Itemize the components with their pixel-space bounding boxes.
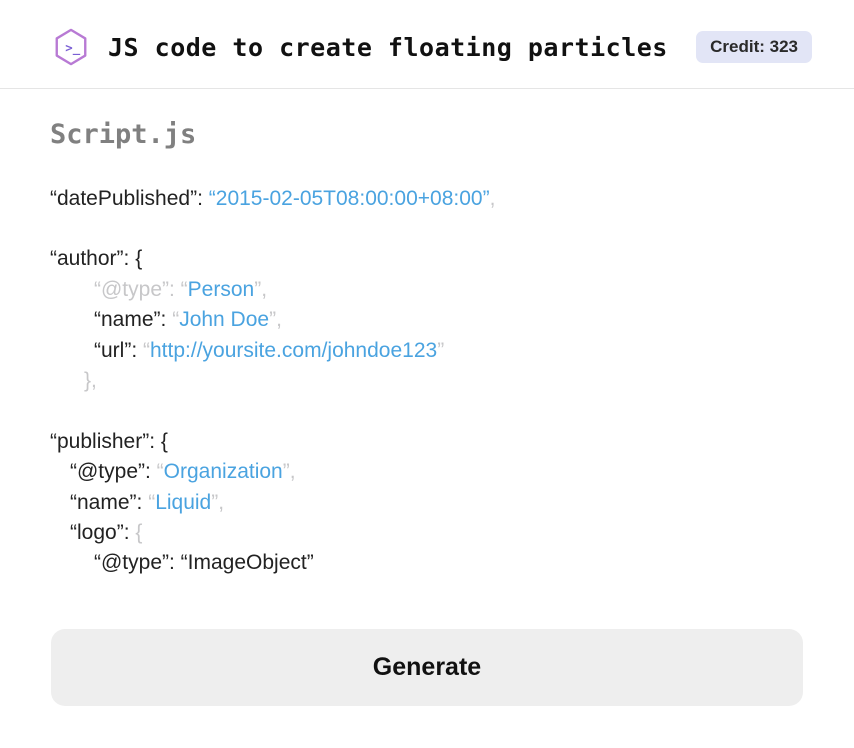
code-punct: { xyxy=(135,521,142,544)
code-line: “@type”: “Person”, xyxy=(50,275,804,305)
code-line: “author”: { xyxy=(50,244,804,274)
code-key: “name”: xyxy=(70,491,148,514)
code-line: “url”: “http://yoursite.com/johndoe123” xyxy=(50,336,804,366)
code-key: “name”: xyxy=(94,308,172,331)
code-value: “2015-02-05T08:00:00+08:00” xyxy=(209,187,490,210)
code-key: “publisher”: { xyxy=(50,430,168,453)
code-value: John Doe xyxy=(179,308,269,331)
code-value: Liquid xyxy=(155,491,211,514)
code-punct: , xyxy=(218,491,224,514)
code-line: “publisher”: { xyxy=(50,427,804,457)
code-punct: ” xyxy=(283,460,290,483)
code-text: “@type”: “ImageObject” xyxy=(94,551,314,574)
code-punct: “ xyxy=(143,339,150,362)
code-key: “logo”: xyxy=(70,521,135,544)
code-line: “@type”: “Organization”, xyxy=(50,457,804,487)
code-key: “@type” xyxy=(94,278,169,301)
header: >_ JS code to create floating particles … xyxy=(0,0,854,89)
svg-text:>_: >_ xyxy=(65,41,80,56)
code-punct: “ xyxy=(157,460,164,483)
code-line: “name”: “John Doe”, xyxy=(50,305,804,335)
code-line: “logo”: { xyxy=(50,518,804,548)
code-line: “@type”: “ImageObject” xyxy=(50,548,804,578)
code-key: “author”: { xyxy=(50,247,142,270)
file-name: Script.js xyxy=(50,119,804,150)
code-punct: : xyxy=(169,278,181,301)
code-punct: , xyxy=(290,460,296,483)
code-value: Organization xyxy=(164,460,283,483)
code-block: “datePublished”: “2015-02-05T08:00:00+08… xyxy=(50,184,804,579)
code-line: }, xyxy=(50,366,804,396)
content: Script.js “datePublished”: “2015-02-05T0… xyxy=(0,89,854,726)
credit-badge: Credit: 323 xyxy=(696,31,812,63)
code-value: http://yoursite.com/johndoe123 xyxy=(150,339,437,362)
code-line: “datePublished”: “2015-02-05T08:00:00+08… xyxy=(50,184,804,214)
page-title: JS code to create floating particles xyxy=(108,33,668,62)
code-punct: , xyxy=(261,278,267,301)
code-value: Person xyxy=(188,278,255,301)
code-punct: , xyxy=(276,308,282,331)
code-punct: “ xyxy=(181,278,188,301)
header-left: >_ JS code to create floating particles xyxy=(52,28,668,66)
code-key: “url”: xyxy=(94,339,143,362)
logo-icon: >_ xyxy=(52,28,90,66)
code-punct: , xyxy=(490,187,496,210)
code-punct: }, xyxy=(84,369,97,392)
code-key: “datePublished”: xyxy=(50,187,209,210)
code-key: “@type”: xyxy=(70,460,157,483)
code-punct: ” xyxy=(437,339,444,362)
code-line: “name”: “Liquid”, xyxy=(50,488,804,518)
generate-button[interactable]: Generate xyxy=(51,629,803,706)
